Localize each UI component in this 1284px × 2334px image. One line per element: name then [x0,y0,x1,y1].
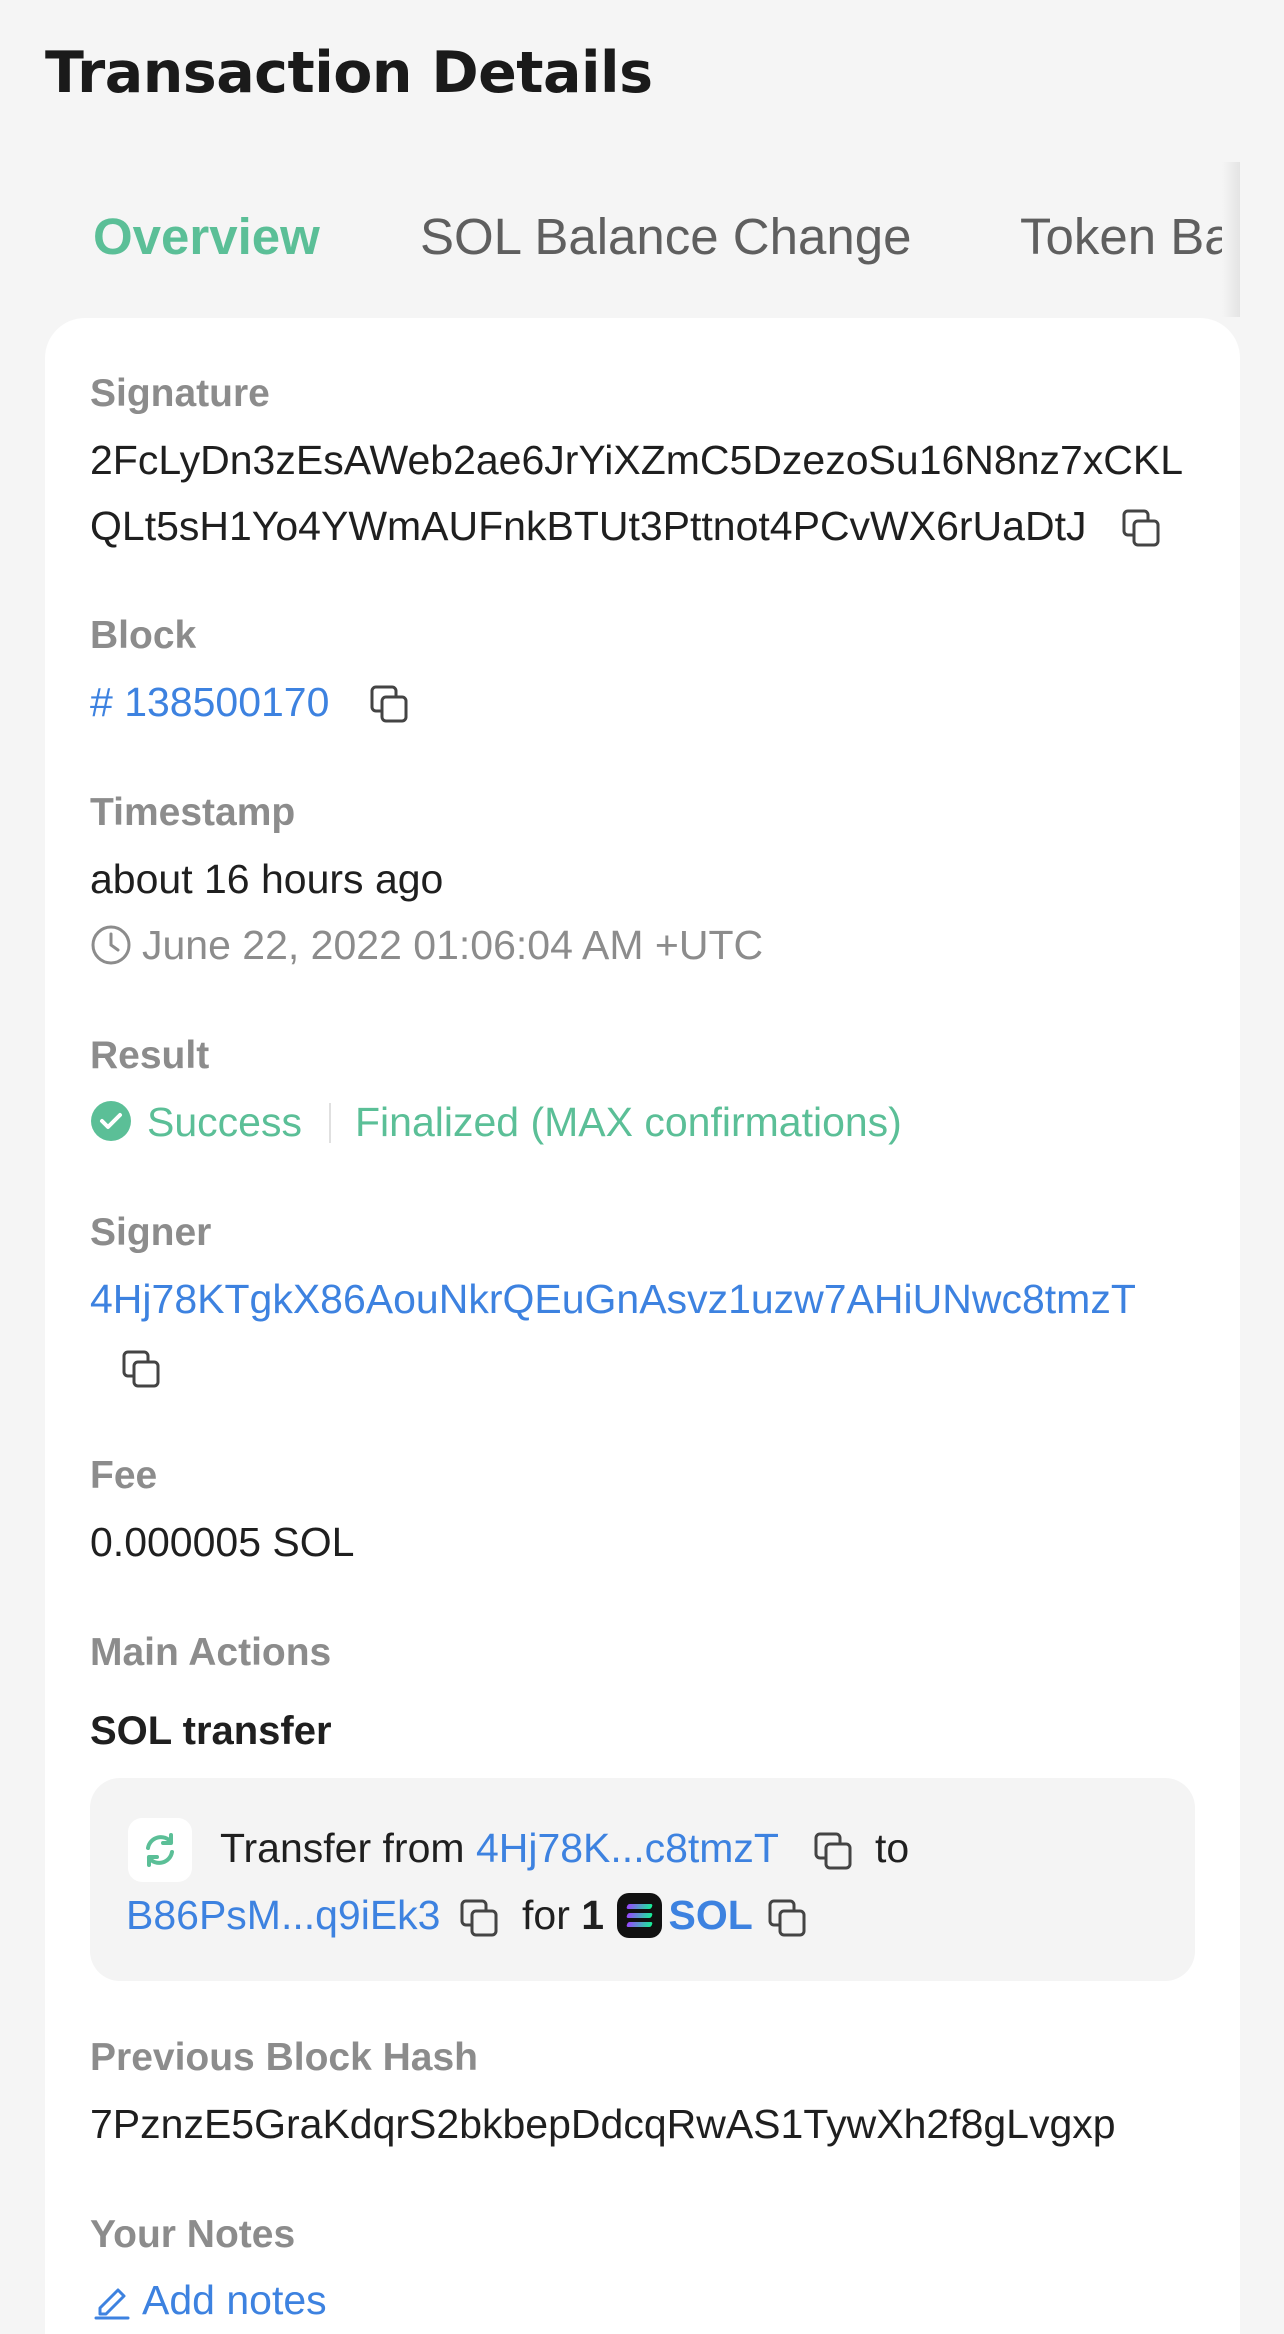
copy-signature-icon[interactable] [1120,507,1164,551]
fee-label: Fee [90,1454,158,1497]
timestamp-label: Timestamp [90,791,296,834]
transfer-token-link[interactable]: SOL [668,1892,752,1938]
signature-line-2: QLt5sH1Yo4YWmAUFnkBTUt3Pttnot4PCvWX6rUaD… [90,503,1087,549]
copy-from-icon[interactable] [812,1830,856,1874]
transfer-prefix: Transfer from [220,1825,465,1871]
copy-to-icon[interactable] [458,1897,502,1941]
copy-signer-icon[interactable] [120,1348,164,1392]
tabs-scroll-fade [1222,162,1240,317]
copy-block-icon[interactable] [368,683,412,727]
action-title: SOL transfer [90,1709,332,1753]
result-label: Result [90,1034,210,1077]
tab-bar: Overview SOL Balance Change Token Ba [45,162,1240,317]
notes-label: Your Notes [90,2213,296,2256]
block-number-link[interactable]: # 138500170 [90,669,329,735]
result-divider [329,1103,331,1143]
copy-token-icon[interactable] [766,1897,810,1941]
transfer-line-1: Transfer from 4Hj78K...c8tmzT [220,1823,779,1873]
tab-sol-balance-change[interactable]: SOL Balance Change [420,207,911,266]
signature-label: Signature [90,372,270,415]
signature-line-1: 2FcLyDn3zEsAWeb2ae6JrYiXZmC5DzezoSu16N8n… [90,437,1184,483]
transfer-to-link[interactable]: B86PsM...q9iEk3 [126,1890,441,1940]
transfer-from-link[interactable]: 4Hj78K...c8tmzT [476,1825,779,1871]
sol-token-icon [617,1892,663,1938]
transfer-for-word: for [522,1892,570,1938]
clock-icon [90,924,132,966]
transfer-icon [128,1818,192,1882]
tab-token-balance[interactable]: Token Ba [1020,207,1233,266]
timestamp-absolute: June 22, 2022 01:06:04 AM +UTC [142,922,764,968]
signer-label: Signer [90,1211,212,1254]
tab-overview[interactable]: Overview [93,207,320,266]
transfer-amount-line: for 1 SOL [522,1890,753,1941]
previous-block-hash-value: 7PznzE5GraKdqrS2bkbepDdcqRwAS1TywXh2f8gL… [90,2101,1116,2147]
timestamp-relative: about 16 hours ago [90,856,444,902]
previous-block-hash-label: Previous Block Hash [90,2036,478,2079]
main-actions-label: Main Actions [90,1631,332,1674]
signer-address-link[interactable]: 4Hj78KTgkX86AouNkrQEuGnAsvz1uzw7AHiUNwc8… [90,1266,1136,1332]
transfer-amount: 1 [581,1892,605,1938]
transfer-action-box [90,1778,1195,1981]
success-check-icon [90,1100,132,1142]
block-label: Block [90,614,197,657]
add-notes-link[interactable]: Add notes [142,2267,327,2333]
transfer-to-word: to [875,1825,910,1871]
result-status: Success [147,1099,302,1145]
pencil-icon[interactable] [92,2280,132,2320]
result-confirmation: Finalized (MAX confirmations) [355,1099,902,1145]
fee-value: 0.000005 SOL [90,1519,355,1565]
page-title: Transaction Details [45,40,653,106]
